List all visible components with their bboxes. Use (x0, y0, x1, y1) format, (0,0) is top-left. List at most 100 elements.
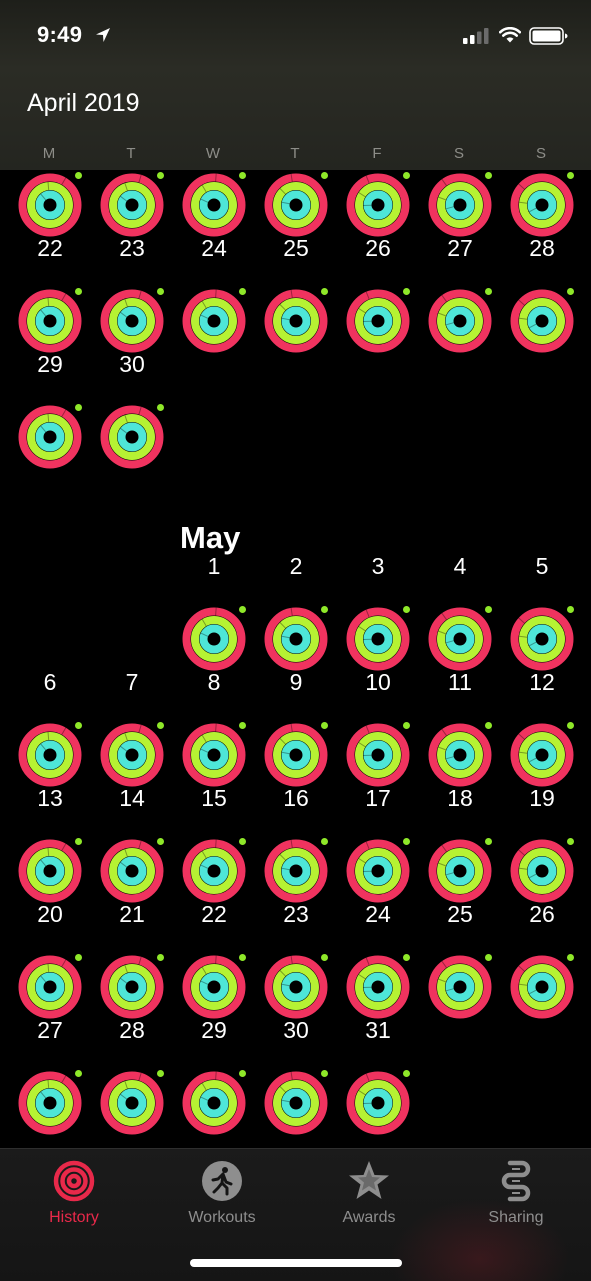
activity-rings-icon[interactable] (182, 289, 246, 353)
day-number[interactable]: 7 (107, 669, 157, 696)
day-number[interactable]: 16 (271, 785, 321, 812)
activity-rings-icon[interactable] (18, 839, 82, 903)
day-number[interactable]: 13 (25, 785, 75, 812)
activity-rings-icon[interactable] (264, 289, 328, 353)
day-number[interactable]: 17 (353, 785, 403, 812)
day-number[interactable]: 23 (107, 235, 157, 262)
activity-rings-icon[interactable] (510, 955, 574, 1019)
activity-rings-icon[interactable] (18, 955, 82, 1019)
day-number[interactable]: 5 (517, 553, 567, 580)
day-number[interactable]: 1 (189, 553, 239, 580)
activity-rings-icon[interactable] (264, 955, 328, 1019)
activity-rings-icon[interactable] (346, 839, 410, 903)
activity-rings-icon[interactable] (510, 607, 574, 671)
activity-rings-icon[interactable] (18, 1071, 82, 1135)
day-number[interactable]: 18 (435, 785, 485, 812)
day-number[interactable]: 31 (353, 1017, 403, 1044)
day-number[interactable]: 27 (25, 1017, 75, 1044)
activity-rings-icon[interactable] (18, 289, 82, 353)
day-number[interactable]: 20 (25, 901, 75, 928)
activity-rings-icon[interactable] (264, 1071, 328, 1135)
day-number[interactable]: 25 (271, 235, 321, 262)
activity-rings-icon[interactable] (182, 1071, 246, 1135)
day-number[interactable]: 10 (353, 669, 403, 696)
activity-rings-icon[interactable] (18, 405, 82, 469)
goal-met-dot (239, 606, 246, 613)
day-number[interactable]: 28 (517, 235, 567, 262)
activity-rings-icon[interactable] (428, 839, 492, 903)
activity-rings-icon[interactable] (100, 1071, 164, 1135)
activity-rings-icon[interactable] (18, 173, 82, 237)
activity-rings-icon[interactable] (264, 723, 328, 787)
activity-rings-icon[interactable] (100, 839, 164, 903)
day-number[interactable]: 4 (435, 553, 485, 580)
day-number[interactable]: 6 (25, 669, 75, 696)
day-number[interactable]: 27 (435, 235, 485, 262)
activity-rings-icon[interactable] (182, 723, 246, 787)
day-number[interactable]: 24 (189, 235, 239, 262)
activity-rings-icon[interactable] (100, 955, 164, 1019)
day-number[interactable]: 2 (271, 553, 321, 580)
day-number[interactable]: 23 (271, 901, 321, 928)
day-number[interactable]: 12 (517, 669, 567, 696)
activity-rings-icon[interactable] (182, 955, 246, 1019)
activity-rings-icon[interactable] (182, 173, 246, 237)
day-number[interactable]: 14 (107, 785, 157, 812)
tab-awards[interactable]: Awards (309, 1159, 429, 1235)
activity-rings-icon[interactable] (264, 607, 328, 671)
goal-met-dot (157, 838, 164, 845)
activity-rings-icon[interactable] (100, 405, 164, 469)
activity-rings-icon[interactable] (346, 1071, 410, 1135)
tab-workouts[interactable]: Workouts (162, 1159, 282, 1235)
activity-calendar[interactable]: May 22 23 24 25 26 27 28 29 30 1 2 3 4 5 6 7 8 9 10 11 12 13 1… (0, 170, 591, 1148)
activity-rings-icon[interactable] (18, 723, 82, 787)
activity-rings-icon[interactable] (182, 839, 246, 903)
goal-met-dot (239, 288, 246, 295)
day-number[interactable]: 26 (353, 235, 403, 262)
activity-rings-icon[interactable] (100, 723, 164, 787)
weekday-label: S (453, 145, 464, 162)
activity-rings-icon[interactable] (428, 607, 492, 671)
day-number[interactable]: 22 (25, 235, 75, 262)
day-number[interactable]: 19 (517, 785, 567, 812)
goal-met-dot (157, 722, 164, 729)
day-number[interactable]: 28 (107, 1017, 157, 1044)
activity-rings-icon[interactable] (428, 955, 492, 1019)
activity-rings-icon[interactable] (346, 173, 410, 237)
day-number[interactable]: 29 (189, 1017, 239, 1044)
activity-rings-icon[interactable] (428, 173, 492, 237)
day-number[interactable]: 29 (25, 351, 75, 378)
day-number[interactable]: 25 (435, 901, 485, 928)
activity-rings-icon[interactable] (510, 289, 574, 353)
activity-rings-icon[interactable] (346, 955, 410, 1019)
day-number[interactable]: 22 (189, 901, 239, 928)
day-number[interactable]: 21 (107, 901, 157, 928)
activity-rings-icon[interactable] (346, 723, 410, 787)
day-number[interactable]: 9 (271, 669, 321, 696)
activity-rings-icon[interactable] (510, 173, 574, 237)
day-number[interactable]: 30 (271, 1017, 321, 1044)
activity-rings-icon[interactable] (346, 289, 410, 353)
day-number[interactable]: 3 (353, 553, 403, 580)
goal-met-dot (75, 172, 82, 179)
activity-rings-icon[interactable] (346, 607, 410, 671)
tab-sharing[interactable]: Sharing (456, 1159, 576, 1235)
day-number[interactable]: 15 (189, 785, 239, 812)
goal-met-dot (403, 1070, 410, 1077)
activity-rings-icon[interactable] (428, 289, 492, 353)
activity-rings-icon[interactable] (428, 723, 492, 787)
home-indicator[interactable] (190, 1259, 402, 1267)
day-number[interactable]: 8 (189, 669, 239, 696)
activity-rings-icon[interactable] (510, 839, 574, 903)
day-number[interactable]: 30 (107, 351, 157, 378)
activity-rings-icon[interactable] (182, 607, 246, 671)
activity-rings-icon[interactable] (264, 173, 328, 237)
tab-history[interactable]: History (14, 1159, 134, 1235)
activity-rings-icon[interactable] (264, 839, 328, 903)
day-number[interactable]: 26 (517, 901, 567, 928)
day-number[interactable]: 11 (435, 669, 485, 696)
activity-rings-icon[interactable] (100, 173, 164, 237)
activity-rings-icon[interactable] (100, 289, 164, 353)
day-number[interactable]: 24 (353, 901, 403, 928)
activity-rings-icon[interactable] (510, 723, 574, 787)
